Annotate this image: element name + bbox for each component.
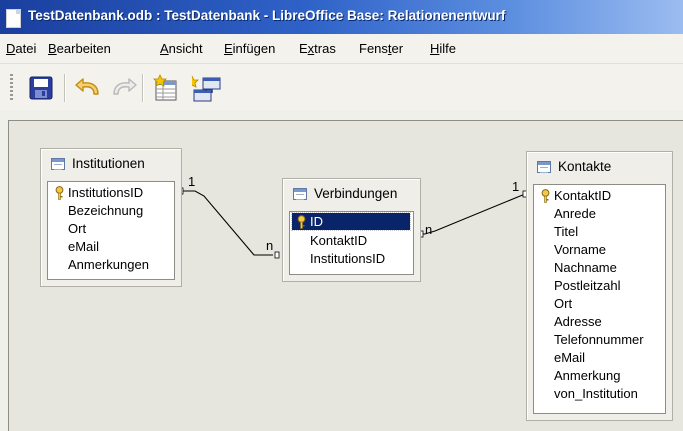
table-window-verbindungen[interactable]: Verbindungen ID KontaktID InstitutionsID <box>282 178 421 282</box>
relation-design-canvas[interactable]: 1 n n 1 Institutionen InstitutionsID Bez… <box>8 120 683 431</box>
table-header[interactable]: Kontakte <box>527 152 672 182</box>
primary-key-icon <box>541 189 550 203</box>
menu-bar: Datei Bearbeiten Ansicht Einfügen Extras… <box>0 34 683 64</box>
field-item[interactable]: InstitutionsID <box>48 184 174 202</box>
field-item[interactable]: Vorname <box>534 241 665 259</box>
menu-hilfe[interactable]: Hilfe <box>430 41 456 56</box>
field-item[interactable]: Adresse <box>534 313 665 331</box>
menu-einfuegen[interactable]: Einfügen <box>224 41 275 56</box>
cardinality-label: n <box>425 222 433 237</box>
table-name: Institutionen <box>72 156 145 171</box>
redo-icon[interactable] <box>108 74 137 102</box>
field-item[interactable]: Ort <box>48 220 174 238</box>
undo-icon[interactable] <box>74 74 102 102</box>
primary-key-icon <box>297 215 306 229</box>
menu-ansicht[interactable]: Ansicht <box>160 41 203 56</box>
field-item[interactable]: InstitutionsID <box>290 250 413 268</box>
field-item[interactable]: Nachname <box>534 259 665 277</box>
table-icon <box>537 161 551 173</box>
field-list[interactable]: InstitutionsID Bezeichnung Ort eMail Anm… <box>47 181 175 280</box>
field-item[interactable]: Telefonnummer <box>534 331 665 349</box>
table-header[interactable]: Institutionen <box>41 149 181 179</box>
field-item[interactable]: eMail <box>534 349 665 367</box>
new-relation-icon[interactable] <box>190 74 221 102</box>
menu-bearbeiten[interactable]: Bearbeiten <box>48 41 111 56</box>
table-window-kontakte[interactable]: Kontakte KontaktID Anrede Titel Vorname … <box>526 151 673 421</box>
table-header[interactable]: Verbindungen <box>283 179 420 209</box>
field-item[interactable]: Anmerkung <box>534 367 665 385</box>
menu-fenster[interactable]: Fenster <box>359 41 403 56</box>
field-item[interactable]: Anrede <box>534 205 665 223</box>
menu-extras[interactable]: Extras <box>299 41 336 56</box>
toolbar <box>0 64 683 110</box>
primary-key-icon <box>55 186 64 200</box>
title-bar: TestDatenbank.odb : TestDatenbank - Libr… <box>0 0 683 34</box>
menu-datei[interactable]: Datei <box>6 41 36 56</box>
field-item[interactable]: Ort <box>534 295 665 313</box>
field-item[interactable]: KontaktID <box>290 232 413 250</box>
field-item[interactable]: KontaktID <box>534 187 665 205</box>
table-icon <box>293 188 307 200</box>
toolbar-separator <box>142 74 144 102</box>
field-item[interactable]: eMail <box>48 238 174 256</box>
save-icon[interactable] <box>27 74 55 102</box>
cardinality-label: n <box>266 238 274 253</box>
table-icon <box>51 158 65 170</box>
field-list[interactable]: KontaktID Anrede Titel Vorname Nachname … <box>533 184 666 414</box>
field-list[interactable]: ID KontaktID InstitutionsID <box>289 211 414 275</box>
document-icon <box>6 9 21 28</box>
field-item[interactable]: Bezeichnung <box>48 202 174 220</box>
field-item[interactable]: Postleitzahl <box>534 277 665 295</box>
table-window-institutionen[interactable]: Institutionen InstitutionsID Bezeichnung… <box>40 148 182 287</box>
toolbar-separator <box>64 74 66 102</box>
field-item[interactable]: Anmerkungen <box>48 256 174 274</box>
window-title: TestDatenbank.odb : TestDatenbank - Libr… <box>28 8 506 23</box>
cardinality-label: 1 <box>512 179 520 194</box>
field-item[interactable]: von_Institution <box>534 385 665 403</box>
new-table-icon[interactable] <box>152 74 180 102</box>
toolbar-grip-icon[interactable] <box>10 74 13 100</box>
table-name: Verbindungen <box>314 186 398 201</box>
field-item[interactable]: Titel <box>534 223 665 241</box>
cardinality-label: 1 <box>188 174 196 189</box>
table-name: Kontakte <box>558 159 612 174</box>
field-item-selected[interactable]: ID <box>290 212 413 231</box>
